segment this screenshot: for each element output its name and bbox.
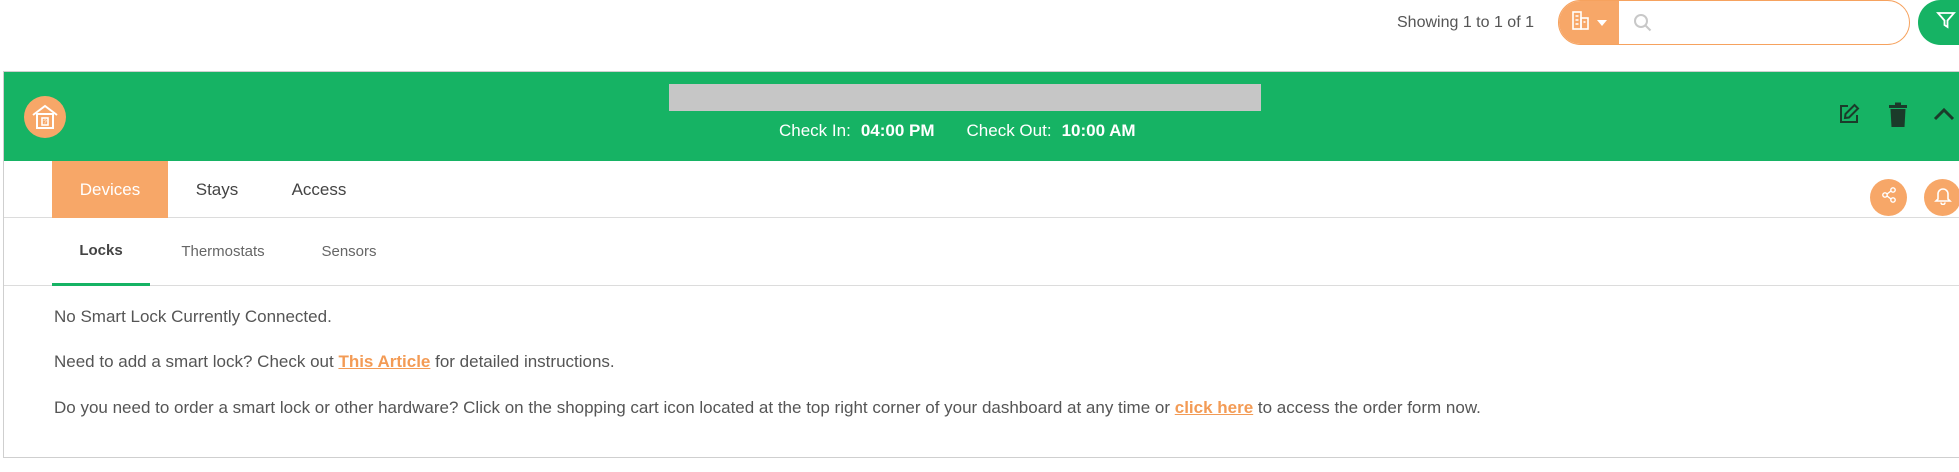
results-count: Showing 1 to 1 of 1	[1397, 14, 1534, 31]
this-article-link[interactable]: This Article	[338, 352, 430, 371]
subtab-sensors[interactable]: Sensors	[310, 218, 388, 284]
no-lock-message: No Smart Lock Currently Connected.	[54, 307, 332, 326]
trash-icon[interactable]	[1887, 102, 1909, 133]
search-icon	[1633, 13, 1653, 38]
property-name-redacted	[669, 84, 1261, 111]
device-subtabs: Locks Thermostats Sensors	[4, 218, 1959, 286]
check-out-label: Check Out:	[966, 121, 1052, 140]
share-button[interactable]	[1870, 179, 1907, 216]
building-icon	[1571, 9, 1591, 36]
filter-icon	[1936, 10, 1956, 35]
notification-button[interactable]	[1924, 179, 1959, 216]
search-type-dropdown[interactable]	[1559, 1, 1619, 44]
check-times: Check In: 04:00 PM Check Out: 10:00 AM	[779, 121, 1136, 141]
order-text-end: to access the order form now.	[1253, 398, 1481, 417]
chevron-up-icon[interactable]	[1932, 106, 1956, 127]
bell-icon	[1933, 185, 1953, 210]
tab-access[interactable]: Access	[272, 161, 366, 218]
order-text: Do you need to order a smart lock or oth…	[54, 398, 1175, 417]
subtab-thermostats[interactable]: Thermostats	[170, 218, 276, 284]
chevron-down-icon	[1597, 19, 1607, 26]
search-input[interactable]	[1659, 7, 1903, 39]
filter-button[interactable]	[1918, 0, 1959, 45]
share-icon	[1880, 186, 1898, 209]
add-lock-instructions: Need to add a smart lock? Check out This…	[54, 352, 615, 372]
edit-icon[interactable]	[1837, 102, 1861, 131]
add-lock-text-end: for detailed instructions.	[430, 352, 615, 371]
property-card: ? Check In: 04:00 PM Check Out: 10:00 AM	[3, 71, 1959, 458]
main-tabs: Devices Stays Access	[4, 161, 1959, 218]
check-in-label: Check In:	[779, 121, 851, 140]
house-icon: ?	[24, 96, 66, 138]
property-header: ? Check In: 04:00 PM Check Out: 10:00 AM	[4, 72, 1959, 161]
click-here-link[interactable]: click here	[1175, 398, 1253, 417]
tab-devices[interactable]: Devices	[52, 161, 168, 218]
check-in-value: 04:00 PM	[860, 121, 935, 140]
add-lock-text: Need to add a smart lock? Check out	[54, 352, 339, 371]
tab-stays[interactable]: Stays	[176, 161, 258, 218]
subtab-locks[interactable]: Locks	[52, 218, 150, 286]
order-hardware-instructions: Do you need to order a smart lock or oth…	[54, 398, 1481, 418]
search-bar	[1558, 0, 1910, 45]
check-out-value: 10:00 AM	[1061, 121, 1136, 140]
